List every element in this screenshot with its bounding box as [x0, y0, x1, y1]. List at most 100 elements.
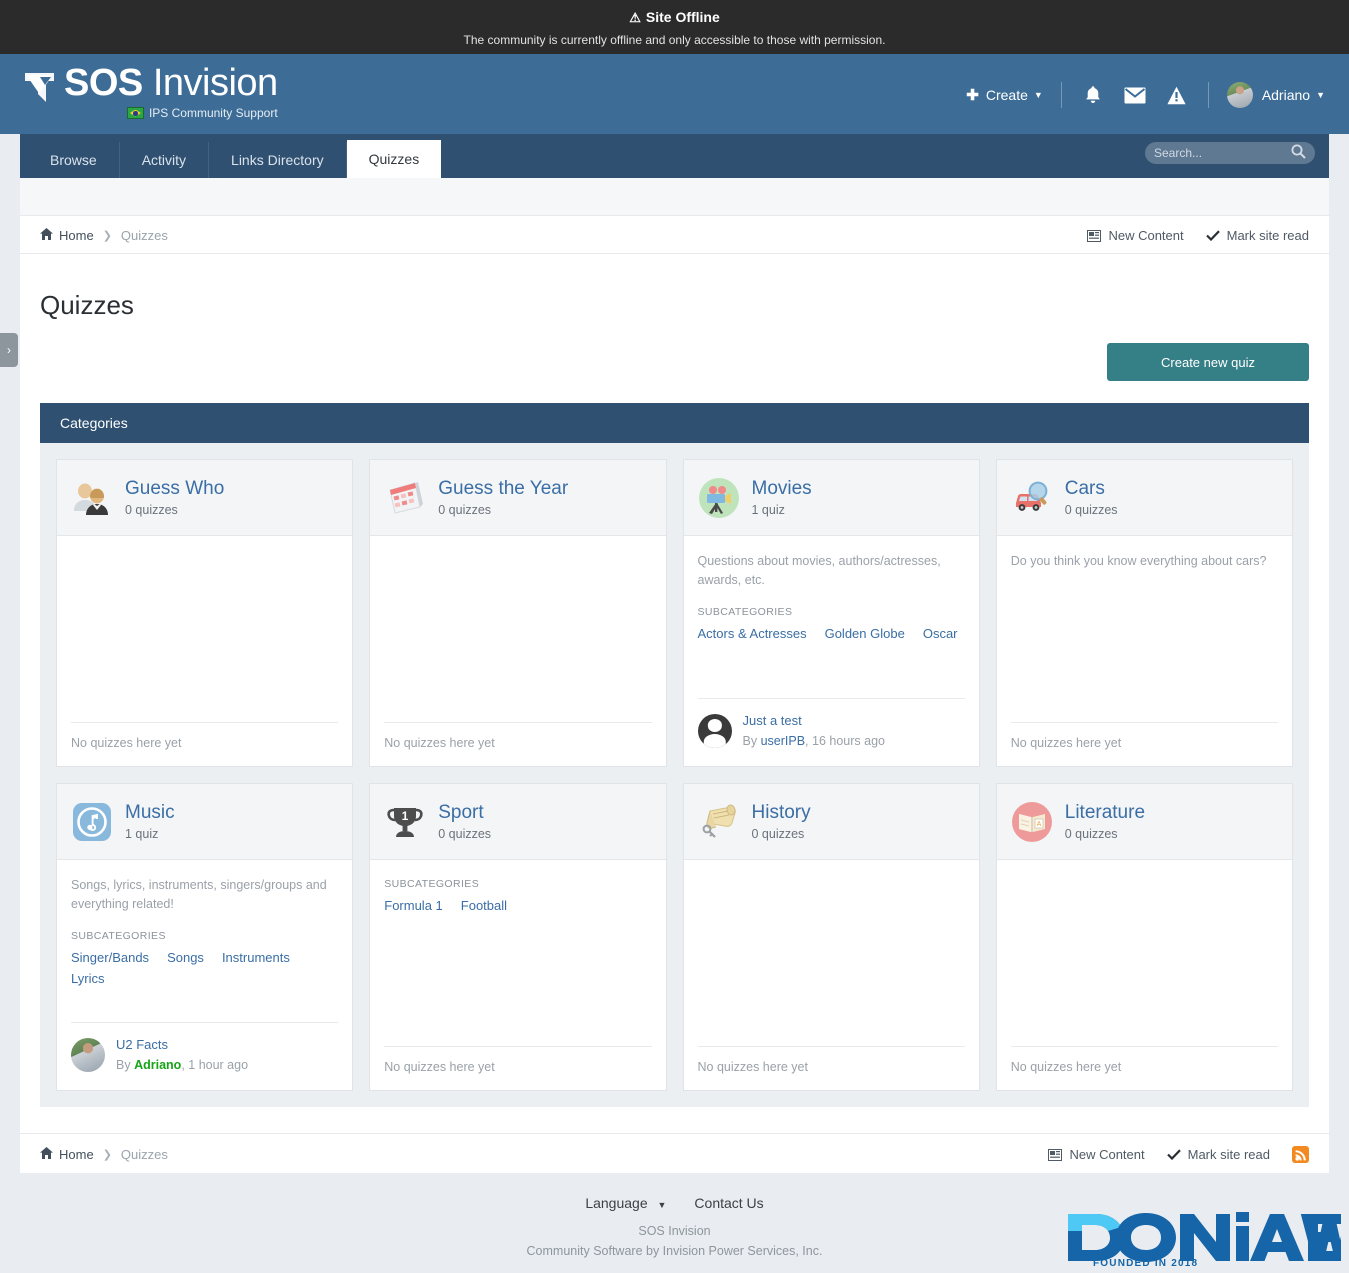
last-post-time: 16 hours ago — [812, 734, 885, 748]
last-post-meta: By userIPB, 16 hours ago — [742, 734, 885, 748]
card-footer: No quizzes here yet — [1010, 722, 1278, 766]
category-description: Questions about movies, authors/actresse… — [697, 554, 941, 587]
site-footer: Language ▼ Contact Us SOS Invision Commu… — [0, 1173, 1349, 1273]
music-note-icon — [71, 801, 113, 843]
home-icon — [40, 1147, 53, 1162]
subcategory-link[interactable]: Instruments — [222, 948, 290, 967]
breadcrumb: Home ❯ Quizzes — [40, 1147, 168, 1162]
new-content-button[interactable]: New Content — [1087, 228, 1184, 243]
rss-icon[interactable] — [1292, 1146, 1309, 1163]
subcategory-link[interactable]: Oscar — [923, 624, 958, 643]
card-header-text: Guess the Year 0 quizzes — [438, 478, 568, 517]
create-new-quiz-button[interactable]: Create new quiz — [1107, 343, 1309, 381]
contact-us-link[interactable]: Contact Us — [694, 1195, 763, 1211]
nav-tab-quizzes[interactable]: Quizzes — [346, 140, 442, 178]
brand-title-light: Invision — [152, 62, 278, 104]
category-name[interactable]: Guess Who — [125, 478, 224, 500]
chevron-down-icon: ▼ — [1316, 90, 1325, 100]
subcategory-link[interactable]: Football — [461, 896, 507, 915]
card-body: Do you think you know everything about c… — [997, 536, 1292, 766]
mark-site-read-button[interactable]: Mark site read — [1166, 1147, 1270, 1162]
nav-tab-activity[interactable]: Activity — [120, 142, 210, 178]
calendar-icon — [384, 477, 426, 519]
brand-title-bold: SOS — [64, 62, 143, 104]
breadcrumb-separator: ❯ — [102, 230, 112, 242]
sidebar-toggle-handle[interactable]: › — [0, 333, 18, 367]
category-card-sport[interactable]: 1 Sport 0 quizzes SUBCATEGORIES Formula … — [369, 783, 667, 1091]
category-card-music[interactable]: Music 1 quiz Songs, lyrics, instruments,… — [56, 783, 354, 1091]
header-actions: ✚ Create ▼ Adriano ▼ — [966, 54, 1325, 110]
categories-grid: Guess Who 0 quizzes No quizzes here yet — [40, 443, 1309, 1107]
avatar — [1226, 82, 1253, 108]
site-offline-banner: ⚠ Site Offline The community is currently… — [0, 0, 1349, 54]
search-input[interactable] — [1154, 146, 1291, 160]
subcategory-link[interactable]: Formula 1 — [384, 896, 443, 915]
subcategory-link[interactable]: Actors & Actresses — [698, 624, 807, 643]
create-button-label: Create — [985, 87, 1028, 103]
messages-envelope-icon[interactable] — [1114, 80, 1156, 110]
category-name[interactable]: Sport — [438, 802, 491, 824]
card-footer: No quizzes here yet — [384, 1046, 652, 1090]
create-button[interactable]: ✚ Create ▼ — [966, 86, 1061, 104]
category-count: 1 quiz — [751, 503, 785, 517]
home-icon — [40, 228, 53, 243]
last-post-author[interactable]: Adriano — [134, 1058, 181, 1072]
subcategory-link[interactable]: Songs — [167, 948, 204, 967]
doniaweb-logo[interactable]: FOUNDED IN 2018 — [1056, 1204, 1349, 1269]
category-name[interactable]: Literature — [1065, 802, 1145, 824]
brand-tagline: IPS Community Support — [148, 106, 278, 120]
subcategories-list: Actors & Actresses Golden Globe Oscar — [698, 624, 965, 643]
search-box[interactable] — [1145, 142, 1315, 164]
breadcrumb: Home ❯ Quizzes — [40, 228, 168, 243]
offline-title: Site Offline — [645, 9, 720, 25]
category-description: Songs, lyrics, instruments, singers/grou… — [71, 878, 327, 911]
empty-note: No quizzes here yet — [384, 736, 495, 750]
card-body: No quizzes here yet — [370, 536, 665, 766]
breadcrumb-home-link[interactable]: Home — [59, 228, 94, 243]
last-post-title[interactable]: Just a test — [743, 712, 885, 730]
user-menu[interactable]: Adriano ▼ — [1209, 82, 1325, 108]
subcategory-link[interactable]: Singer/Bands — [71, 948, 149, 967]
category-card-guess-who[interactable]: Guess Who 0 quizzes No quizzes here yet — [56, 459, 354, 767]
mark-site-read-button[interactable]: Mark site read — [1205, 228, 1309, 243]
new-content-icon — [1087, 229, 1102, 242]
card-header: Guess Who 0 quizzes — [57, 460, 353, 536]
new-content-button[interactable]: New Content — [1048, 1147, 1145, 1162]
subcategory-link[interactable]: Golden Globe — [825, 624, 905, 643]
card-header-text: Literature 0 quizzes — [1065, 802, 1145, 841]
category-card-guess-the-year[interactable]: Guess the Year 0 quizzes No quizzes here… — [369, 459, 667, 767]
last-post-time: 1 hour ago — [188, 1058, 249, 1072]
last-post-title[interactable]: U2 Facts — [116, 1036, 248, 1054]
brand-row: SOS Invision — [24, 62, 278, 104]
category-name[interactable]: Movies — [752, 478, 812, 500]
category-name[interactable]: Music — [125, 802, 175, 824]
category-count: 0 quizzes — [438, 827, 492, 841]
card-header: History 0 quizzes — [683, 784, 979, 860]
film-projector-icon — [698, 477, 740, 519]
breadcrumb-home-link[interactable]: Home — [59, 1147, 94, 1162]
brand-block[interactable]: SOS Invision IPS Community Support — [24, 54, 278, 120]
search-icon[interactable] — [1291, 144, 1306, 162]
car-search-icon — [1011, 477, 1053, 519]
category-card-movies[interactable]: Movies 1 quiz Questions about movies, au… — [682, 459, 980, 767]
category-card-cars[interactable]: Cars 0 quizzes Do you think you know eve… — [995, 459, 1293, 767]
breadcrumb-bottom: Home ❯ Quizzes New Content Mark site rea… — [20, 1133, 1329, 1173]
new-content-label: New Content — [1069, 1147, 1145, 1162]
category-card-history[interactable]: History 0 quizzes No quizzes here yet — [682, 783, 980, 1091]
category-card-literature[interactable]: A Literature 0 quizzes No quizzes here y… — [995, 783, 1293, 1091]
last-post: U2 Facts By Adriano, 1 hour ago — [71, 1036, 338, 1074]
alerts-warning-icon[interactable] — [1156, 80, 1198, 110]
chevron-down-icon: ▼ — [657, 1200, 667, 1210]
last-post-author[interactable]: userIPB — [761, 734, 805, 748]
offline-message: The community is currently offline and o… — [463, 33, 886, 47]
category-name[interactable]: History — [752, 802, 811, 824]
card-body: No quizzes here yet — [997, 860, 1292, 1090]
subcategory-link[interactable]: Lyrics — [71, 969, 104, 988]
nav-tab-links-directory[interactable]: Links Directory — [209, 142, 347, 178]
notifications-bell-icon[interactable] — [1072, 80, 1114, 110]
category-name[interactable]: Guess the Year — [438, 478, 568, 500]
nav-tab-browse[interactable]: Browse — [28, 142, 120, 178]
category-name[interactable]: Cars — [1065, 478, 1118, 500]
avatar — [697, 714, 732, 748]
language-selector[interactable]: Language ▼ — [585, 1195, 666, 1211]
